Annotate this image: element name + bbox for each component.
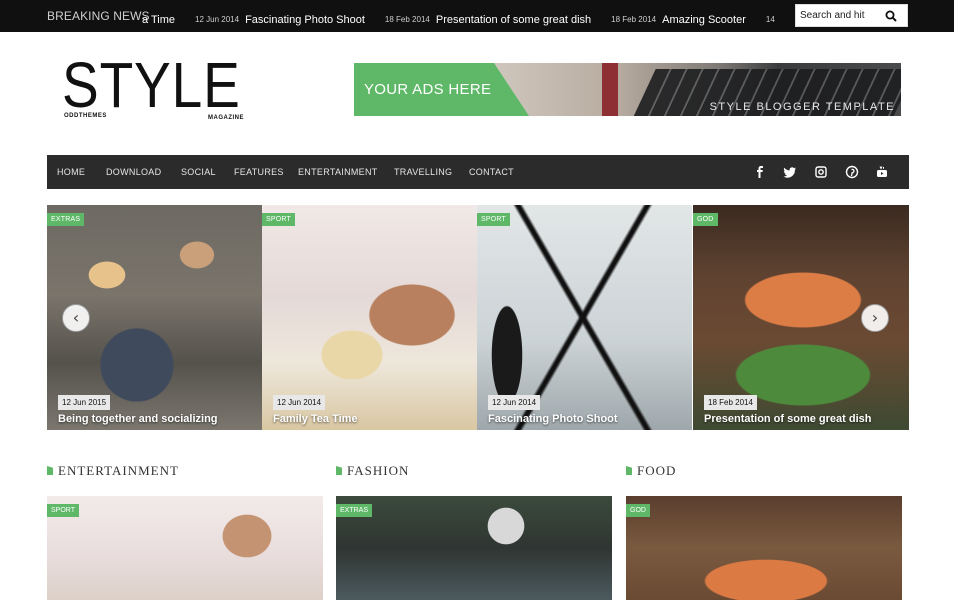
- post-title[interactable]: Presentation of some great dish: [704, 413, 871, 425]
- ad-text: YOUR ADS HERE: [364, 81, 492, 98]
- post-date: 18 Feb 2014: [704, 395, 757, 410]
- logo-right-caption: MAGAZINE: [208, 115, 244, 121]
- ticker-date: 18 Feb 2014: [611, 15, 657, 24]
- post-title[interactable]: Fascinating Photo Shoot: [488, 413, 618, 425]
- nav-item-contact[interactable]: CONTACT: [469, 167, 514, 177]
- ad-banner[interactable]: YOUR ADS HERE STYLE BLOGGER TEMPLATE: [354, 63, 901, 116]
- section-title-text: FASHION: [347, 463, 410, 478]
- slider-prev-button[interactable]: ‹: [62, 304, 90, 332]
- ad-template-label: STYLE BLOGGER TEMPLATE: [709, 101, 895, 113]
- section-title-text: FOOD: [637, 463, 677, 478]
- nav-item-download[interactable]: DOWNLOAD: [106, 167, 161, 177]
- ticker-item[interactable]: 12 Jun 2014 Fascinating Photo Shoot: [195, 10, 385, 28]
- search-box[interactable]: [795, 4, 908, 27]
- nav-item-travelling[interactable]: TRAVELLING: [394, 167, 452, 177]
- youtube-icon[interactable]: [875, 165, 889, 179]
- category-badge[interactable]: SPORT: [477, 213, 510, 226]
- slider-next-button[interactable]: ›: [861, 304, 889, 332]
- category-badge[interactable]: SPORT: [262, 213, 295, 226]
- post-card[interactable]: EXTRAS: [336, 496, 612, 600]
- ticker-title[interactable]: Amazing Scooter: [662, 14, 746, 26]
- slider-item[interactable]: SPORT 12 Jun 2014 Family Tea Time: [262, 205, 477, 430]
- post-date: 12 Jun 2014: [273, 395, 326, 410]
- search-input[interactable]: [796, 5, 876, 26]
- category-badge[interactable]: EXTRAS: [47, 213, 85, 226]
- ticker-title[interactable]: Presentation of some great dish: [436, 14, 591, 26]
- ticker-date: 18 Feb 2014: [384, 15, 430, 24]
- nav-item-social[interactable]: SOCIAL: [181, 167, 216, 177]
- ticker-title[interactable]: a Time: [142, 14, 175, 26]
- category-badge[interactable]: GOD: [626, 504, 650, 517]
- ticker-item[interactable]: 18 Feb 2014 Presentation of some great di…: [385, 10, 611, 28]
- facebook-icon[interactable]: [753, 165, 767, 179]
- nav-item-entertainment[interactable]: ENTERTAINMENT: [298, 167, 378, 177]
- ticker-item[interactable]: 14 Feb 2014W: [766, 10, 776, 28]
- post-title[interactable]: Family Tea Time: [273, 413, 358, 425]
- nav-item-features[interactable]: FEATURES: [234, 167, 284, 177]
- section-title-food: FOOD: [626, 463, 676, 479]
- ad-photo-pen: [602, 63, 618, 116]
- logo-left-caption: ODDTHEMES: [64, 113, 107, 119]
- site-logo[interactable]: STYLE ODDTHEMES MAGAZINE: [62, 49, 258, 124]
- section-title-text: ENTERTAINMENT: [58, 463, 179, 478]
- news-ticker: a Time 12 Jun 2014 Fascinating Photo Shoot…: [136, 0, 776, 32]
- section-marker: [626, 466, 632, 475]
- breaking-news-label: BREAKING NEWS: [47, 9, 150, 23]
- ticker-date: 12 Jun 2014: [195, 15, 240, 24]
- pinterest-icon[interactable]: [845, 165, 859, 179]
- instagram-icon[interactable]: [814, 165, 828, 179]
- category-badge[interactable]: EXTRAS: [336, 504, 373, 517]
- ticker-item[interactable]: a Time: [136, 10, 195, 28]
- post-date: 12 Jun 2014: [488, 395, 541, 410]
- ticker-title[interactable]: Fascinating Photo Shoot: [245, 14, 365, 26]
- section-marker: [47, 466, 53, 475]
- nav-item-home[interactable]: HOME: [57, 167, 85, 177]
- post-card[interactable]: SPORT: [47, 496, 323, 600]
- search-icon[interactable]: [885, 10, 897, 22]
- breaking-news-bar: BREAKING NEWS a Time 12 Jun 2014 Fascinati…: [0, 0, 954, 32]
- section-title-fashion: FASHION: [336, 463, 409, 479]
- section-marker: [336, 466, 342, 475]
- twitter-icon[interactable]: [783, 165, 797, 179]
- post-card[interactable]: GOD: [626, 496, 902, 600]
- ticker-date: 14 Feb 2014: [765, 15, 776, 24]
- ticker-item[interactable]: 18 Feb 2014 Amazing Scooter: [611, 10, 766, 28]
- slider-item[interactable]: SPORT 12 Jun 2014 Fascinating Photo Shoo…: [477, 205, 692, 430]
- logo-title: STYLE: [62, 49, 241, 121]
- main-nav: HOME DOWNLOAD SOCIAL FEATURES ENTERTAINM…: [47, 155, 909, 189]
- post-title[interactable]: Being together and socializing: [58, 413, 218, 425]
- section-title-entertainment: ENTERTAINMENT: [47, 463, 179, 479]
- category-badge[interactable]: SPORT: [47, 504, 79, 517]
- category-badge[interactable]: GOD: [693, 213, 718, 226]
- post-date: 12 Jun 2015: [58, 395, 111, 410]
